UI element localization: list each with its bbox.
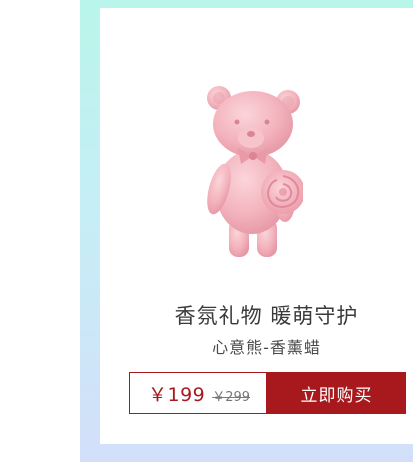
- buy-now-button[interactable]: 立即购买: [267, 372, 406, 414]
- product-subtitle: 心意熊-香薰蜡: [212, 338, 321, 357]
- pink-bear-candle-icon: [207, 86, 303, 257]
- current-price: ￥199: [148, 383, 206, 406]
- price-box: ￥199 ￥299: [129, 372, 267, 414]
- product-title: 香氛礼物 暖萌守护: [174, 304, 359, 328]
- original-price: ￥299: [212, 389, 251, 405]
